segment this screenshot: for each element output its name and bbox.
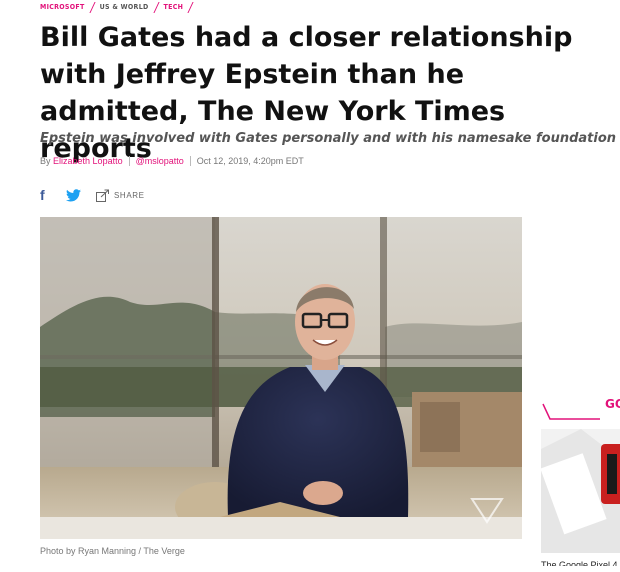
breadcrumb-link-tech[interactable]: Tech: [164, 3, 184, 11]
share-button[interactable]: SHARE: [96, 189, 145, 202]
byline-divider: [189, 156, 191, 166]
facebook-icon[interactable]: f: [40, 187, 60, 203]
page-bottom-edge: [0, 566, 620, 572]
share-label: SHARE: [114, 190, 145, 200]
breadcrumb-separator: [152, 1, 160, 13]
photo-credit: Photo by Ryan Manning / The Verge: [40, 546, 185, 556]
sidebar-heading-text: GO: [605, 397, 620, 411]
breadcrumb-link-us-world[interactable]: US & World: [100, 3, 149, 11]
breadcrumb: Microsoft US & World Tech: [40, 0, 198, 14]
byline: By Elizabeth Lopatto @mslopatto Oct 12, …: [40, 156, 304, 166]
publish-timestamp: Oct 12, 2019, 4:20pm EDT: [196, 156, 304, 166]
author-handle-link[interactable]: @mslopatto: [136, 156, 184, 166]
hero-image: [40, 217, 522, 539]
share-icon: [96, 189, 109, 202]
share-bar: f SHARE: [40, 186, 145, 204]
author-link[interactable]: Elizabeth Lopatto: [53, 156, 123, 166]
byline-prefix: By: [40, 156, 51, 166]
sidebar-heading: GO: [540, 394, 620, 424]
sidebar-thumbnail[interactable]: [541, 429, 620, 553]
byline-divider: [128, 156, 130, 166]
article-dek: Epstein was involved with Gates personal…: [40, 131, 617, 146]
breadcrumb-separator: [187, 1, 194, 13]
breadcrumb-link-microsoft[interactable]: Microsoft: [40, 3, 85, 11]
twitter-icon[interactable]: [66, 186, 88, 204]
breadcrumb-separator: [89, 1, 96, 13]
